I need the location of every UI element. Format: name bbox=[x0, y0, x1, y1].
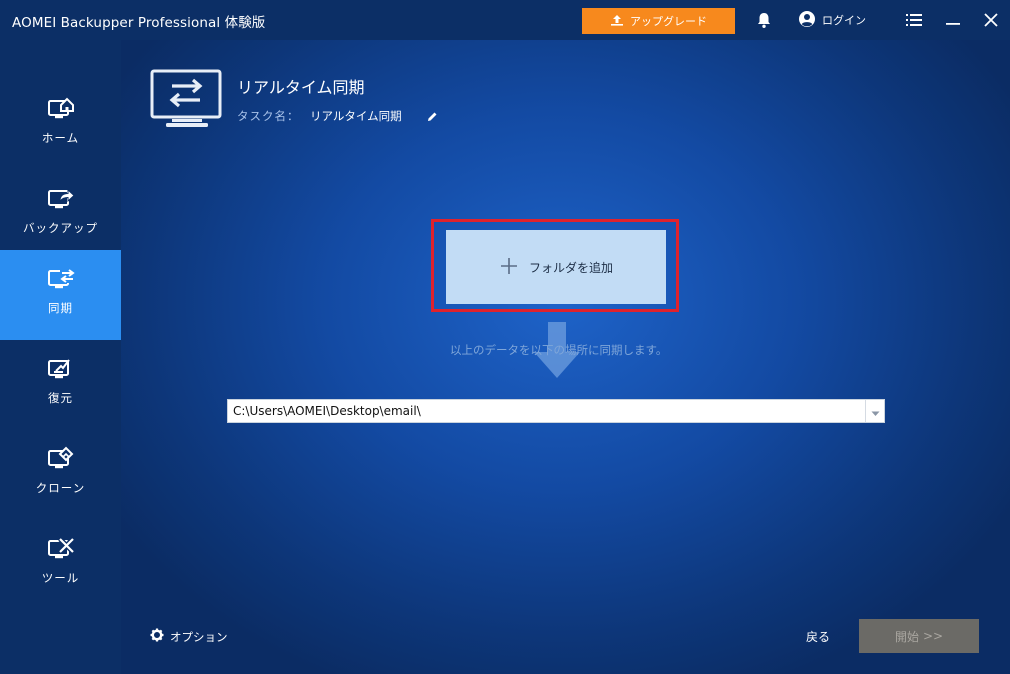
sidebar-item-label: ホーム bbox=[41, 131, 80, 145]
pencil-icon[interactable] bbox=[426, 108, 438, 127]
restore-icon bbox=[46, 354, 76, 384]
back-button[interactable]: 戻る bbox=[806, 628, 830, 645]
options-label: オプション bbox=[170, 629, 228, 644]
add-folder-label: フォルダを追加 bbox=[528, 260, 613, 275]
sync-monitor-icon bbox=[150, 69, 224, 133]
dropdown-button[interactable] bbox=[865, 400, 884, 422]
start-label: 開始 bbox=[894, 629, 919, 644]
upgrade-label: アップグレード bbox=[630, 15, 707, 28]
app-title: AOMEI Backupper Professional 体験版 bbox=[12, 15, 266, 31]
upgrade-icon bbox=[610, 14, 624, 29]
title-bar: AOMEI Backupper Professional 体験版 アップグレード… bbox=[0, 0, 1010, 40]
login-button[interactable]: ログイン bbox=[798, 10, 866, 30]
task-name-value: リアルタイム同期 bbox=[310, 109, 402, 123]
bell-icon[interactable] bbox=[756, 10, 772, 30]
login-label: ログイン bbox=[822, 14, 866, 27]
gear-icon bbox=[150, 628, 164, 645]
sidebar-item-sync[interactable]: 同期 bbox=[0, 250, 121, 340]
task-name-label: タスク名： bbox=[237, 109, 300, 123]
sync-hint: 以上のデータを以下の場所に同期します。 bbox=[450, 343, 668, 357]
options-button[interactable]: オプション bbox=[150, 628, 228, 645]
user-icon bbox=[798, 10, 816, 31]
sidebar-item-tools[interactable]: ツール bbox=[0, 520, 121, 610]
add-folder-button[interactable]: フォルダを追加 bbox=[446, 230, 666, 304]
chevrons-right-icon: >> bbox=[922, 629, 944, 643]
sidebar: ホーム バックアップ 同期 復元 クローン ツール bbox=[0, 40, 121, 674]
destination-path-input[interactable] bbox=[228, 400, 858, 422]
app-window: AOMEI Backupper Professional 体験版 アップグレード… bbox=[0, 0, 1010, 674]
home-icon bbox=[46, 94, 76, 124]
sidebar-item-label: 復元 bbox=[48, 391, 73, 405]
sidebar-item-clone[interactable]: クローン bbox=[0, 430, 121, 520]
destination-path-combo[interactable] bbox=[227, 399, 885, 423]
sidebar-item-backup[interactable]: バックアップ bbox=[0, 170, 121, 260]
sidebar-item-label: 同期 bbox=[48, 301, 73, 315]
backup-icon bbox=[46, 184, 76, 214]
sidebar-item-restore[interactable]: 復元 bbox=[0, 340, 121, 430]
sidebar-item-label: ツール bbox=[41, 571, 80, 585]
upgrade-button[interactable]: アップグレード bbox=[582, 8, 735, 34]
plus-icon bbox=[499, 256, 519, 279]
close-icon[interactable] bbox=[984, 10, 998, 30]
start-button[interactable]: 開始 >> bbox=[859, 619, 979, 653]
sidebar-item-label: バックアップ bbox=[23, 221, 98, 235]
chevron-down-icon bbox=[871, 402, 880, 421]
sidebar-item-home[interactable]: ホーム bbox=[0, 80, 121, 170]
sync-icon bbox=[46, 264, 76, 294]
sidebar-item-label: クローン bbox=[35, 481, 86, 495]
page-title: リアルタイム同期 bbox=[237, 78, 365, 97]
tools-icon bbox=[46, 534, 76, 564]
clone-icon bbox=[46, 444, 76, 474]
menu-icon[interactable] bbox=[906, 10, 922, 30]
minimize-icon[interactable] bbox=[946, 10, 960, 30]
